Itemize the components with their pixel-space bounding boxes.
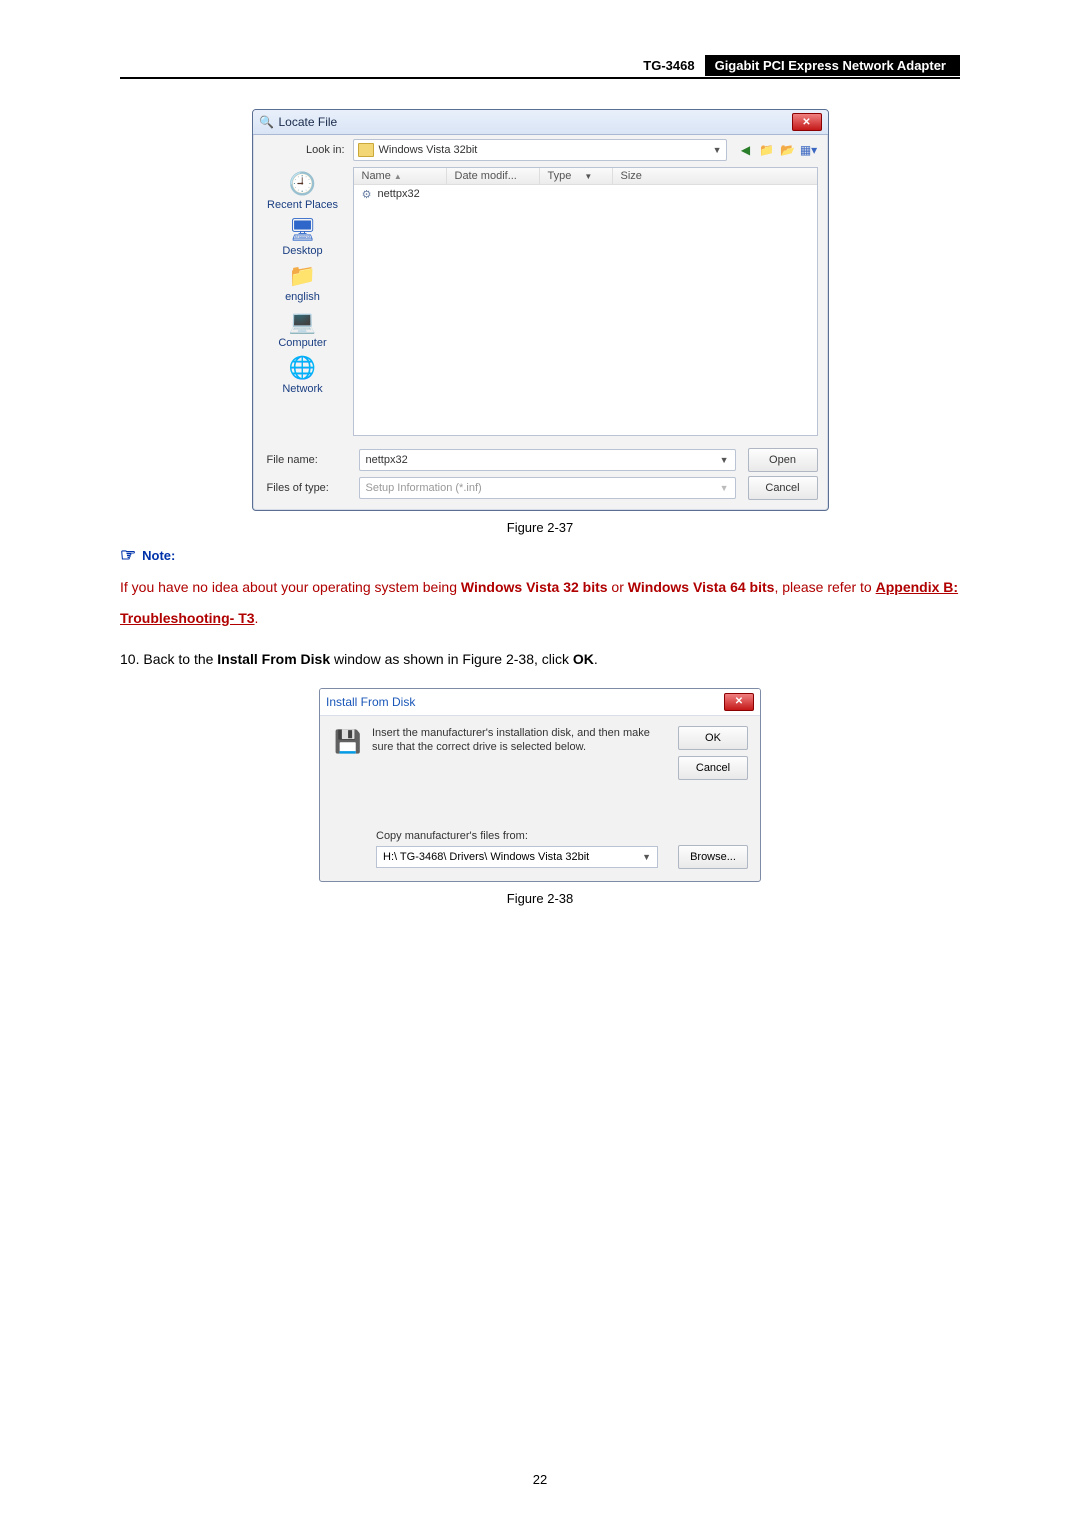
new-folder-icon[interactable]: 📂 <box>779 141 797 159</box>
page-header: TG-3468 Gigabit PCI Express Network Adap… <box>120 55 960 79</box>
chevron-down-icon: ▼ <box>642 852 651 862</box>
back-icon[interactable]: ◀ <box>737 141 755 159</box>
recent-places[interactable]: 🕘 Recent Places <box>267 169 338 211</box>
desktop-icon: 🖥 <box>285 215 319 245</box>
open-button[interactable]: Open <box>748 448 818 472</box>
chevron-down-icon: ▼ <box>720 455 729 465</box>
desktop-place[interactable]: 🖥 Desktop <box>282 215 322 257</box>
page-number: 22 <box>0 1472 1080 1487</box>
network-place[interactable]: 🌐 Network <box>282 353 322 395</box>
file-name-combo[interactable]: nettpx32 ▼ <box>359 449 736 471</box>
dialog2-message: Insert the manufacturer's installation d… <box>372 726 658 780</box>
cancel-button[interactable]: Cancel <box>748 476 818 500</box>
col-type[interactable]: Type ▼ <box>540 168 613 184</box>
computer-place[interactable]: 💻 Computer <box>278 307 326 349</box>
up-icon[interactable]: 📁 <box>758 141 776 159</box>
step-10: 10. Back to the Install From Disk window… <box>120 648 960 670</box>
col-name[interactable]: Name ▲ <box>354 168 447 184</box>
locate-file-dialog: 🔍 Locate File ✕ Look in: Windows Vista 3… <box>252 109 829 511</box>
install-from-disk-dialog: Install From Disk ✕ 💾 Insert the manufac… <box>319 688 761 882</box>
col-size[interactable]: Size <box>613 168 817 184</box>
pointing-hand-icon: ☞ <box>120 545 136 566</box>
user-folder[interactable]: 📁 english <box>285 261 320 303</box>
disk-icon: 💾 <box>332 726 364 758</box>
path-combo[interactable]: H:\ TG-3468\ Drivers\ Windows Vista 32bi… <box>376 846 658 868</box>
files-of-type-combo[interactable]: Setup Information (*.inf) ▼ <box>359 477 736 499</box>
dialog-title: Locate File <box>279 115 338 129</box>
look-in-value: Windows Vista 32bit <box>379 144 478 156</box>
close-button[interactable]: ✕ <box>792 113 822 131</box>
cancel-button-2[interactable]: Cancel <box>678 756 748 780</box>
places-bar: 🕘 Recent Places 🖥 Desktop 📁 english 💻 Co… <box>253 163 353 440</box>
user-folder-icon: 📁 <box>285 261 319 291</box>
computer-icon: 💻 <box>285 307 319 337</box>
look-in-dropdown[interactable]: Windows Vista 32bit ▼ <box>353 139 727 161</box>
note-text: If you have no idea about your operating… <box>120 572 960 634</box>
figure-caption-2: Figure 2-38 <box>120 891 960 906</box>
folder-icon <box>358 143 374 157</box>
file-row[interactable]: ⚙ nettpx32 <box>354 185 817 203</box>
copy-from-label: Copy manufacturer's files from: <box>376 830 748 842</box>
column-headers: Name ▲ Date modif... Type ▼ Size <box>354 168 817 185</box>
close-button[interactable]: ✕ <box>724 693 754 711</box>
chevron-down-icon: ▼ <box>713 145 722 155</box>
inf-file-icon: ⚙ <box>360 187 374 201</box>
network-icon: 🌐 <box>286 353 320 383</box>
dialog-icon: 🔍 <box>259 114 275 130</box>
view-icon[interactable]: ▦▾ <box>800 141 818 159</box>
note-heading: ☞ Note: <box>120 545 960 566</box>
product-name: Gigabit PCI Express Network Adapter <box>705 55 960 76</box>
chevron-down-icon: ▼ <box>720 483 729 493</box>
file-name-label: File name: <box>263 454 359 466</box>
ok-button[interactable]: OK <box>678 726 748 750</box>
col-date[interactable]: Date modif... <box>447 168 540 184</box>
look-in-label: Look in: <box>263 144 353 156</box>
dialog2-title: Install From Disk <box>326 695 415 709</box>
figure-caption-1: Figure 2-37 <box>120 520 960 535</box>
model-number: TG-3468 <box>120 55 705 76</box>
recent-places-icon: 🕘 <box>286 169 320 199</box>
browse-button[interactable]: Browse... <box>678 845 748 869</box>
file-list[interactable]: Name ▲ Date modif... Type ▼ Size ⚙ nettp… <box>353 167 818 436</box>
files-of-type-label: Files of type: <box>263 482 359 494</box>
